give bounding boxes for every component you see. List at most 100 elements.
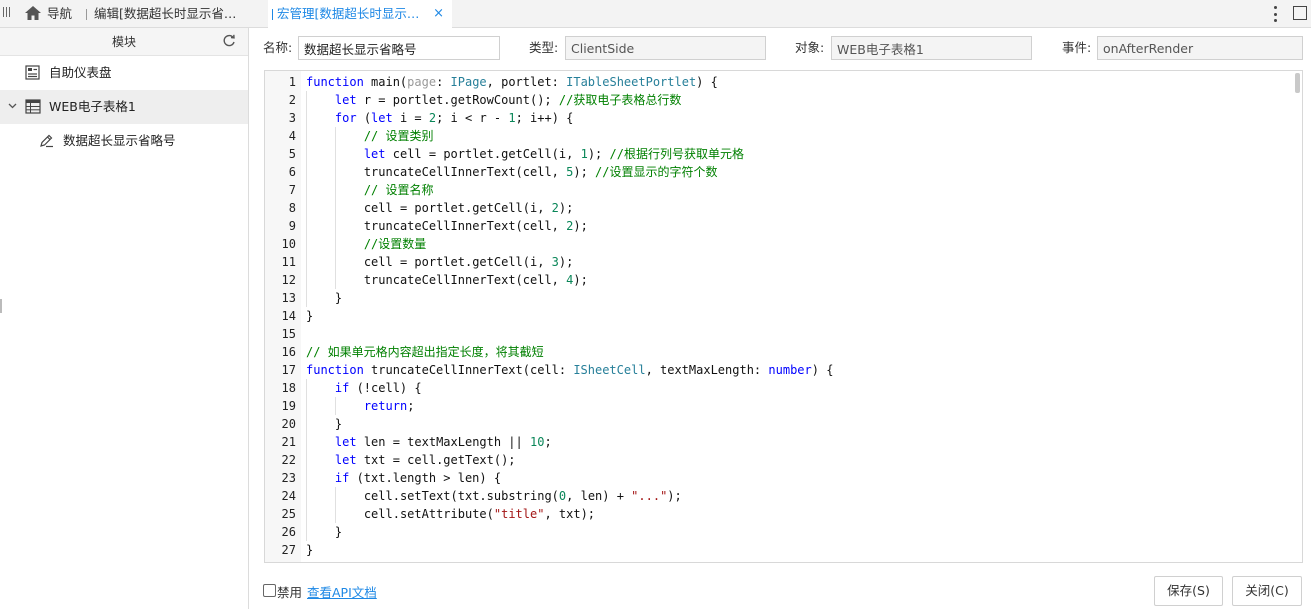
code-token: ); xyxy=(573,273,588,287)
code-text: if (!cell) { xyxy=(335,379,422,397)
home-icon xyxy=(25,6,41,20)
indent-guide xyxy=(306,91,307,109)
indent-guide xyxy=(334,505,336,523)
line-number: 24 xyxy=(281,489,296,503)
code-line[interactable]: 22 let txt = cell.getText(); xyxy=(265,451,1302,469)
code-text: for (let i = 2; i < r - 1; i++) { xyxy=(335,109,573,127)
indent-guide xyxy=(334,271,336,289)
code-line[interactable]: 23 if (txt.length > len) { xyxy=(265,469,1302,487)
line-number: 3 xyxy=(288,111,296,125)
code-line[interactable]: 25 cell.setAttribute("title", txt); xyxy=(265,505,1302,523)
code-line[interactable]: 10 //设置数量 xyxy=(265,235,1302,253)
code-token: ) { xyxy=(811,363,834,377)
code-line[interactable]: 17 function truncateCellInnerText(cell: I… xyxy=(265,361,1302,379)
code-line[interactable]: 20} xyxy=(265,415,1302,433)
name-input[interactable] xyxy=(298,36,500,60)
close-icon[interactable]: × xyxy=(433,0,444,28)
indent-guide xyxy=(306,433,307,451)
line-number: 4 xyxy=(288,129,296,143)
code-text: function truncateCellInnerText(cell: ISh… xyxy=(306,361,833,379)
line-number: 10 xyxy=(281,237,296,251)
line-number: 27 xyxy=(281,543,296,557)
code-text: truncateCellInnerText(cell, 5); //设置显示的字… xyxy=(364,163,718,181)
code-token: if xyxy=(334,381,350,395)
code-text: // 设置名称 xyxy=(364,181,434,199)
tab-label: 编辑[数据超长时显示省略… xyxy=(94,6,248,21)
code-token: cell.setAttribute( xyxy=(363,507,494,521)
code-token: ITableSheetPortlet xyxy=(566,75,697,89)
code-token: , txt); xyxy=(544,507,596,521)
scrollbar-thumb[interactable] xyxy=(1295,73,1300,93)
code-line[interactable]: 13} xyxy=(265,289,1302,307)
type-label: 类型: xyxy=(529,40,559,55)
code-token: } xyxy=(334,291,343,305)
code-line[interactable]: 3 for (let i = 2; i < r - 1; i++) { xyxy=(265,109,1302,127)
code-line[interactable]: 19 return; xyxy=(265,397,1302,415)
line-number: 15 xyxy=(281,327,296,341)
tree-item-macro[interactable]: 数据超长显示省略号 xyxy=(0,124,248,158)
line-number: 13 xyxy=(281,291,296,305)
code-token: len = textMaxLength || xyxy=(356,435,530,449)
code-line[interactable]: 26} xyxy=(265,523,1302,541)
code-token: //设置显示的字符个数 xyxy=(595,165,718,179)
save-button[interactable]: 保存(S) xyxy=(1154,576,1223,606)
code-token: let xyxy=(334,93,357,107)
code-line[interactable]: 16 // 如果单元格内容超出指定长度，将其截短 xyxy=(265,343,1302,361)
code-line[interactable]: 5 let cell = portlet.getCell(i, 1); //根据行… xyxy=(265,145,1302,163)
code-token: r = portlet.getRowCount(); xyxy=(356,93,559,107)
code-line[interactable]: 14} xyxy=(265,307,1302,325)
api-docs-link[interactable]: 查看API文档 xyxy=(307,582,377,601)
code-line[interactable]: 4 // 设置类别 xyxy=(265,127,1302,145)
code-line[interactable]: 11 cell = portlet.getCell(i, 3); xyxy=(265,253,1302,271)
line-number: 12 xyxy=(281,273,296,287)
indent-guide xyxy=(306,217,307,235)
line-number: 19 xyxy=(281,399,296,413)
code-token: cell = portlet.getCell(i, xyxy=(385,147,581,161)
code-text: // 设置类别 xyxy=(364,127,434,145)
code-token: return xyxy=(363,399,408,413)
tree-item-web-spreadsheet[interactable]: WEB电子表格1 xyxy=(0,90,248,124)
tab-bar: 导航 编辑[数据超长时显示省略… 宏管理[数据超长时显示省… × xyxy=(0,0,1311,29)
code-line[interactable]: 1 function main(page: IPage, portlet: ITa… xyxy=(265,73,1302,91)
disable-checkbox[interactable] xyxy=(263,584,276,597)
code-text: cell = portlet.getCell(i, 3); xyxy=(364,253,574,271)
code-token: ( xyxy=(356,111,372,125)
code-line[interactable]: 15 xyxy=(265,325,1302,343)
indent-guide xyxy=(334,217,336,235)
code-token: 1 xyxy=(508,111,516,125)
line-number: 2 xyxy=(288,93,296,107)
sidebar-title: 模块 xyxy=(111,35,136,49)
close-button[interactable]: 关闭(C) xyxy=(1232,576,1302,606)
code-token: (txt.length > len) { xyxy=(349,471,502,485)
menu-icon[interactable] xyxy=(3,7,13,21)
indent-guide xyxy=(334,181,336,199)
code-line[interactable]: 9 truncateCellInnerText(cell, 2); xyxy=(265,217,1302,235)
tab-navigation[interactable]: 导航 xyxy=(24,0,82,28)
code-line[interactable]: 12 truncateCellInnerText(cell, 4); xyxy=(265,271,1302,289)
tree-item-dashboard[interactable]: 自助仪表盘 xyxy=(0,56,248,90)
line-number: 16 xyxy=(281,345,296,359)
code-line[interactable]: 7 // 设置名称 xyxy=(265,181,1302,199)
more-options-icon[interactable] xyxy=(1269,6,1281,22)
indent-guide xyxy=(334,487,336,505)
code-line[interactable]: 8 cell = portlet.getCell(i, 2); xyxy=(265,199,1302,217)
code-line[interactable]: 2 let r = portlet.getRowCount(); //获取电子表格… xyxy=(265,91,1302,109)
refresh-icon[interactable] xyxy=(222,34,236,48)
code-line[interactable]: 21 let len = textMaxLength || 10; xyxy=(265,433,1302,451)
line-number: 21 xyxy=(281,435,296,449)
code-line[interactable]: 24 cell.setText(txt.substring(0, len) + "… xyxy=(265,487,1302,505)
code-line[interactable]: 18 if (!cell) { xyxy=(265,379,1302,397)
maximize-icon[interactable] xyxy=(1293,6,1307,20)
code-token: //设置数量 xyxy=(363,237,427,251)
indent-guide xyxy=(306,235,307,253)
resize-handle[interactable] xyxy=(0,299,2,313)
line-number: 22 xyxy=(281,453,296,467)
tab-macro-management[interactable]: 宏管理[数据超长时显示省… × xyxy=(268,0,452,29)
code-editor[interactable]: 1 function main(page: IPage, portlet: ITa… xyxy=(264,70,1303,563)
tab-edit-report[interactable]: 编辑[数据超长时显示省略… xyxy=(86,0,248,28)
code-line[interactable]: 6 truncateCellInnerText(cell, 5); //设置显示的… xyxy=(265,163,1302,181)
chevron-down-icon[interactable] xyxy=(8,103,17,109)
code-token: (!cell) { xyxy=(349,381,422,395)
module-sidebar: 模块 自助仪表盘 WEB电子表格1 数据超长显示省略号 xyxy=(0,28,249,609)
code-line[interactable]: 27} xyxy=(265,541,1302,559)
